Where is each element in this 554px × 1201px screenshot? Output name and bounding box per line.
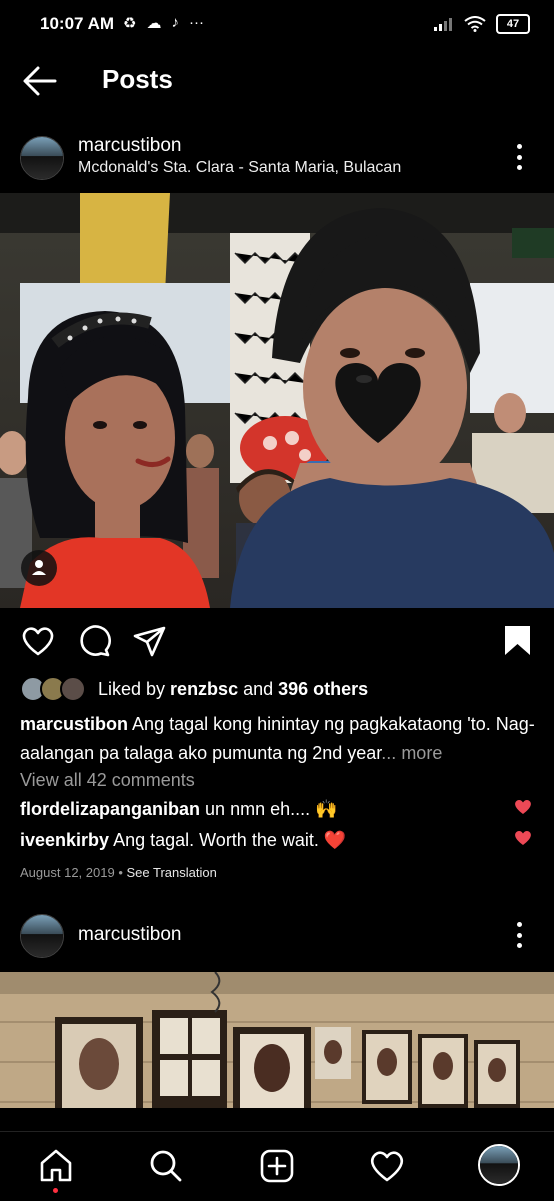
likes-summary[interactable]: Liked by renzbsc and 396 others xyxy=(20,676,368,702)
post-options-button[interactable] xyxy=(515,922,523,948)
likes-text: Liked by renzbsc and 396 others xyxy=(98,679,368,700)
comment-username[interactable]: flordelizapanganiban xyxy=(20,799,200,819)
post-photo-illustration xyxy=(0,972,554,1108)
status-time: 10:07 AM xyxy=(40,14,115,33)
tagged-users-button[interactable] xyxy=(21,550,57,586)
post-caption: marcustibon Ang tagal kong hinintay ng p… xyxy=(20,710,540,768)
share-button[interactable] xyxy=(132,623,168,659)
activity-heart-icon xyxy=(370,1151,404,1182)
bookmark-filled-icon xyxy=(505,626,530,655)
comment-item: flordelizapanganiban un nmn eh.... 🙌 xyxy=(20,799,338,820)
post-photo[interactable] xyxy=(0,972,554,1108)
kebab-dot xyxy=(516,165,522,170)
nav-search-button[interactable] xyxy=(146,1146,186,1186)
post-options-button[interactable] xyxy=(515,144,523,170)
comment-bubble-icon xyxy=(80,625,111,657)
post-photo[interactable] xyxy=(0,193,554,608)
likes-count[interactable]: 396 others xyxy=(278,679,368,699)
status-system-icons: 47 xyxy=(434,14,530,34)
back-arrow-icon xyxy=(23,66,57,96)
comment-item: iveenkirby Ang tagal. Worth the wait. ❤️ xyxy=(20,830,346,851)
paper-plane-icon xyxy=(133,626,166,657)
kebab-dot xyxy=(516,144,522,149)
sync-icon: ♻ xyxy=(123,15,137,32)
liker-avatar xyxy=(60,676,86,702)
search-icon xyxy=(150,1150,182,1182)
post-author-username[interactable]: marcustibon xyxy=(78,135,182,157)
liked-by-username[interactable]: renzbsc xyxy=(170,679,238,699)
heart-filled-icon xyxy=(515,830,531,845)
post-photo-illustration xyxy=(0,193,554,608)
more-dots-icon: ··· xyxy=(188,14,204,31)
battery-icon: 47 xyxy=(496,14,530,34)
post-date: August 12, 2019 xyxy=(20,865,115,880)
comment-like-button[interactable] xyxy=(514,830,532,846)
status-notification-icons: ♻ ☁ ♪ ··· xyxy=(123,14,204,32)
kebab-dot xyxy=(516,922,522,927)
kebab-dot xyxy=(516,943,522,948)
liker-avatars xyxy=(20,676,86,702)
caption-username[interactable]: marcustibon xyxy=(20,714,128,734)
status-bar: 10:07 AM ♻ ☁ ♪ ··· 47 xyxy=(0,0,554,50)
post-author-avatar[interactable] xyxy=(20,136,64,180)
wifi-icon xyxy=(464,16,486,32)
notification-dot xyxy=(53,1188,58,1193)
nav-activity-button[interactable] xyxy=(367,1146,407,1186)
post-location[interactable]: Mcdonald's Sta. Clara - Santa Maria, Bul… xyxy=(78,159,401,177)
comment-username[interactable]: iveenkirby xyxy=(20,830,109,850)
page-title: Posts xyxy=(102,64,173,94)
date-separator: • xyxy=(114,865,127,880)
bottom-navigation xyxy=(0,1131,554,1201)
comment-text: un nmn eh.... 🙌 xyxy=(205,799,338,819)
heart-filled-icon xyxy=(515,799,531,814)
comment-like-button[interactable] xyxy=(514,799,532,815)
profile-avatar xyxy=(480,1146,518,1184)
see-translation-link[interactable]: See Translation xyxy=(126,865,216,880)
post-author-username[interactable]: marcustibon xyxy=(78,924,182,946)
nav-profile-button[interactable] xyxy=(478,1144,520,1186)
nav-home-button[interactable] xyxy=(36,1146,76,1193)
view-all-comments-link[interactable]: View all 42 comments xyxy=(20,770,195,791)
likes-and: and xyxy=(238,678,279,699)
kebab-dot xyxy=(516,154,522,160)
create-icon xyxy=(260,1149,294,1183)
home-icon xyxy=(40,1149,72,1182)
tiktok-icon: ♪ xyxy=(171,14,179,31)
back-button[interactable] xyxy=(22,64,58,98)
caption-ellipsis: ... xyxy=(381,743,397,763)
kebab-dot xyxy=(516,932,522,938)
save-button[interactable] xyxy=(500,623,536,659)
cloud-icon: ☁ xyxy=(146,15,162,32)
caption-more-link[interactable]: more xyxy=(396,743,442,763)
comment-text: Ang tagal. Worth the wait. ❤️ xyxy=(113,830,347,850)
like-button[interactable] xyxy=(20,623,56,659)
post-author-avatar[interactable] xyxy=(20,914,64,958)
heart-outline-icon xyxy=(22,627,54,656)
likes-prefix: Liked by xyxy=(98,678,171,699)
signal-icon xyxy=(434,18,452,31)
post-date-line: August 12, 2019 • See Translation xyxy=(20,865,217,880)
nav-create-button[interactable] xyxy=(257,1146,297,1186)
comment-button[interactable] xyxy=(76,623,112,659)
